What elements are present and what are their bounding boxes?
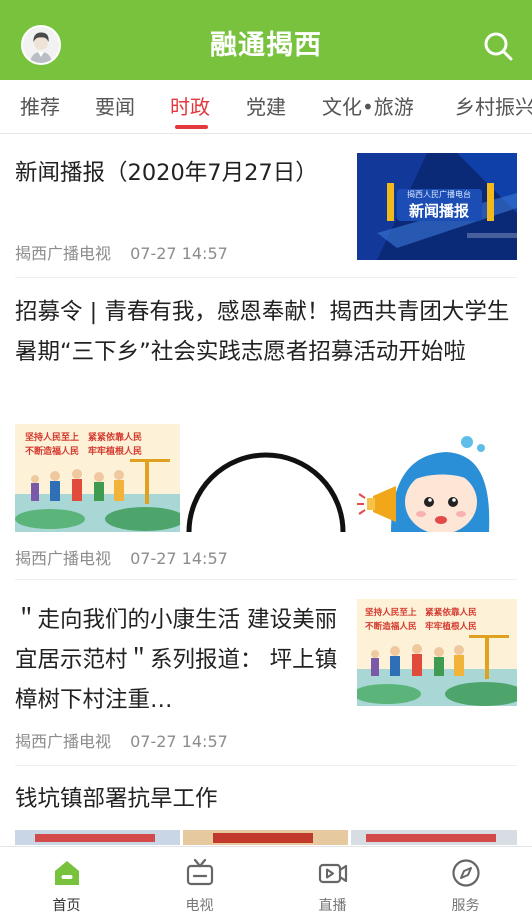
news-image[interactable] bbox=[15, 830, 180, 845]
news-meta: 揭西广播电视 07-27 14:57 bbox=[15, 240, 242, 264]
news-feed[interactable]: 新闻播报（2020年7月27日） 揭西广播电视 07-27 14:57 揭西人民… bbox=[0, 135, 532, 845]
poster-line-1: 坚持人民至上 紧紧依靠人民 bbox=[25, 431, 142, 443]
news-title[interactable]: 钱坑镇部署抗旱工作 bbox=[15, 779, 515, 819]
thumb-station-text: 揭西人民广播电台 bbox=[407, 189, 471, 199]
search-icon[interactable] bbox=[480, 28, 516, 64]
poster-line-2: 不断造福人民 牢牢植根人民 bbox=[25, 445, 142, 457]
news-item[interactable]: 招募令 | 青春有我，感恩奉献！揭西共青团大学生暑期“三下乡”社会实践志愿者招募… bbox=[0, 278, 532, 580]
tab-headlines[interactable]: 要闻 bbox=[95, 80, 135, 133]
news-image[interactable] bbox=[351, 424, 517, 532]
compass-icon bbox=[450, 857, 482, 889]
news-source: 揭西广播电视 bbox=[15, 549, 112, 568]
thumb-line-1: 坚持人民至上 紧紧依靠人民 bbox=[365, 606, 477, 618]
news-meta: 揭西广播电视 07-27 14:57 bbox=[15, 545, 242, 569]
tv-icon bbox=[184, 857, 216, 889]
news-thumbnail[interactable]: 坚持人民至上 紧紧依靠人民 不断造福人民 牢牢植根人民 bbox=[357, 599, 517, 706]
news-image[interactable] bbox=[351, 830, 517, 845]
news-title[interactable]: 新闻播报（2020年7月27日） bbox=[15, 153, 325, 193]
news-source: 揭西广播电视 bbox=[15, 244, 112, 263]
tab-party-building[interactable]: 党建 bbox=[246, 80, 286, 133]
news-item[interactable]: 新闻播报（2020年7月27日） 揭西广播电视 07-27 14:57 揭西人民… bbox=[0, 135, 532, 278]
nav-service[interactable]: 服务 bbox=[399, 847, 532, 920]
news-item[interactable]: 钱坑镇部署抗旱工作 bbox=[0, 766, 532, 845]
news-image[interactable] bbox=[183, 830, 348, 845]
app-title: 融通揭西 bbox=[210, 30, 322, 61]
tab-rural-revitalization[interactable]: 乡村振兴 bbox=[455, 80, 532, 133]
news-image[interactable]: 坚持人民至上 紧紧依靠人民 不断造福人民 牢牢植根人民 bbox=[15, 424, 180, 532]
news-time: 07-27 14:57 bbox=[130, 549, 228, 568]
nav-label: 服务 bbox=[451, 898, 480, 914]
app-screen: 融通揭西 推荐 要闻 时政 党建 文化•旅游 乡村振兴 新闻播报（2020年7月… bbox=[0, 0, 532, 920]
nav-label: 电视 bbox=[185, 898, 214, 914]
nav-tv[interactable]: 电视 bbox=[133, 847, 266, 920]
news-time: 07-27 14:57 bbox=[130, 732, 228, 751]
thumb-line-2: 不断造福人民 牢牢植根人民 bbox=[365, 620, 477, 632]
nav-live[interactable]: 直播 bbox=[266, 847, 399, 920]
news-image[interactable] bbox=[183, 424, 348, 532]
tab-culture-travel[interactable]: 文化•旅游 bbox=[322, 80, 414, 133]
news-title[interactable]: ＂走向我们的小康生活 建设美丽宜居示范村＂系列报道： 坪上镇樟树下村注重… bbox=[15, 600, 345, 720]
news-source: 揭西广播电视 bbox=[15, 732, 112, 751]
news-title[interactable]: 招募令 | 青春有我，感恩奉献！揭西共青团大学生暑期“三下乡”社会实践志愿者招募… bbox=[15, 292, 515, 372]
bottom-navigation: 首页 电视 直播 服务 bbox=[0, 846, 532, 920]
news-time: 07-27 14:57 bbox=[130, 244, 228, 263]
live-video-icon bbox=[317, 857, 349, 889]
home-icon bbox=[51, 857, 83, 889]
tab-recommend[interactable]: 推荐 bbox=[20, 80, 60, 133]
thumb-caption-text: 新闻播报 bbox=[409, 202, 469, 220]
category-tabs: 推荐 要闻 时政 党建 文化•旅游 乡村振兴 bbox=[0, 80, 532, 134]
news-item[interactable]: ＂走向我们的小康生活 建设美丽宜居示范村＂系列报道： 坪上镇樟树下村注重… 坚持… bbox=[0, 580, 532, 766]
app-header: 融通揭西 bbox=[0, 0, 532, 80]
nav-home[interactable]: 首页 bbox=[0, 847, 133, 920]
news-thumbnail[interactable]: 揭西人民广播电台 新闻播报 bbox=[357, 153, 517, 260]
active-tab-indicator bbox=[175, 125, 208, 129]
news-meta: 揭西广播电视 07-27 14:57 bbox=[15, 728, 242, 752]
nav-label: 首页 bbox=[52, 898, 81, 914]
nav-label: 直播 bbox=[318, 898, 347, 914]
